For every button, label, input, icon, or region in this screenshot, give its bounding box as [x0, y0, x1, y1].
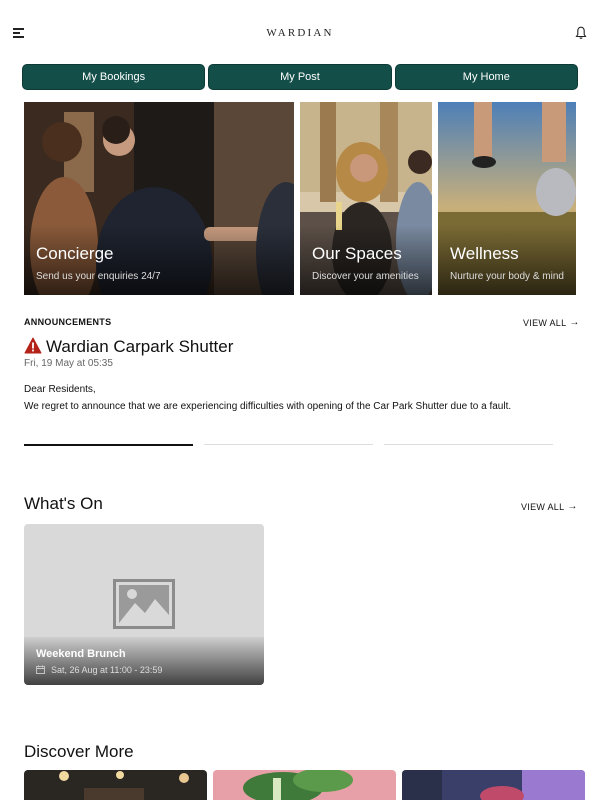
discover-card-3[interactable]: [402, 770, 585, 800]
tab-my-home[interactable]: My Home: [394, 64, 578, 90]
our-spaces-card[interactable]: Our Spaces Discover your amenities: [300, 102, 432, 295]
warning-icon: [24, 337, 42, 354]
card-subtitle: Send us your enquiries 24/7: [36, 271, 161, 282]
app-logo: WARDIAN: [266, 27, 334, 39]
discover-more-heading: Discover More: [24, 742, 134, 761]
announcement-greeting: Dear Residents,: [24, 384, 96, 395]
feature-cards: Concierge Send us your enquiries 24/7 Ou…: [24, 102, 576, 295]
discover-image-2: [213, 770, 396, 800]
image-placeholder-icon: [113, 579, 175, 629]
card-title: Wellness: [450, 244, 519, 263]
concierge-card[interactable]: Concierge Send us your enquiries 24/7: [24, 102, 294, 295]
announcement-title[interactable]: Wardian Carpark Shutter: [46, 337, 233, 357]
tab-my-bookings[interactable]: My Bookings: [22, 64, 206, 90]
announcement-text: We regret to announce that we are experi…: [24, 401, 512, 412]
bell-icon[interactable]: [575, 26, 587, 40]
calendar-icon: [36, 665, 45, 674]
card-subtitle: Discover your amenities: [312, 271, 419, 282]
arrow-right-icon: →: [567, 501, 578, 512]
arrow-right-icon: →: [569, 317, 580, 328]
pager-indicator-2[interactable]: [204, 444, 373, 445]
event-date: Sat, 26 Aug at 11:00 - 23:59: [51, 665, 163, 675]
tab-my-post[interactable]: My Post: [208, 64, 392, 90]
event-card[interactable]: Weekend Brunch Sat, 26 Aug at 11:00 - 23…: [24, 524, 264, 685]
whats-on-view-all-link[interactable]: VIEW ALL →: [521, 501, 578, 512]
tab-bar: My Bookings My Post My Home: [22, 64, 578, 90]
announcement-date: Fri, 19 May at 05:35: [24, 358, 113, 369]
announcement-body: Dear Residents, We regret to announce th…: [24, 381, 511, 415]
discover-card-2[interactable]: [213, 770, 396, 800]
pager-indicator-1[interactable]: [24, 444, 193, 446]
card-title: Concierge: [36, 244, 114, 263]
card-title: Our Spaces: [312, 244, 402, 263]
discover-image-3: [402, 770, 585, 800]
whats-on-heading: What's On: [24, 494, 103, 513]
pager-indicator-3[interactable]: [384, 444, 553, 445]
discover-image-1: [24, 770, 207, 800]
wellness-card[interactable]: Wellness Nurture your body & mind: [438, 102, 576, 295]
discover-card-1[interactable]: [24, 770, 207, 800]
announcements-view-all-link[interactable]: VIEW ALL →: [523, 317, 580, 328]
announcements-label: ANNOUNCEMENTS: [24, 317, 112, 327]
top-bar: WARDIAN: [0, 0, 600, 62]
event-title: Weekend Brunch: [36, 648, 126, 660]
card-subtitle: Nurture your body & mind: [450, 271, 564, 282]
